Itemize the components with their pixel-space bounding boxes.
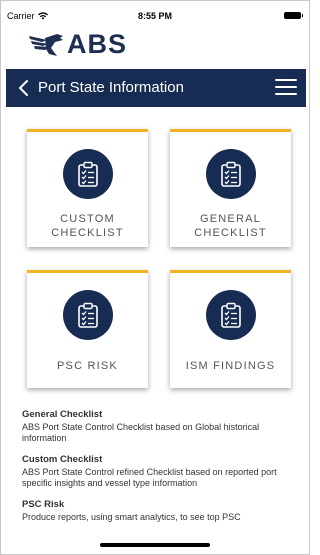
clipboard-checklist-icon <box>206 149 256 199</box>
description-item: Custom Checklist ABS Port State Control … <box>22 454 292 489</box>
status-time: 8:55 PM <box>137 11 172 21</box>
app-screen: Carrier 8:55 PM ABS Port State Informati… <box>0 0 310 555</box>
description-title: Custom Checklist <box>22 454 103 465</box>
ism-findings-tile[interactable]: ISM FINDINGS <box>170 270 291 388</box>
clipboard-checklist-icon <box>206 290 256 340</box>
description-title: PSC Risk <box>22 499 65 510</box>
clipboard-checklist-icon <box>63 149 113 199</box>
tile-label-line1: CUSTOM <box>60 213 115 225</box>
tile-label-line1: GENERAL <box>200 213 261 225</box>
chevron-left-icon[interactable] <box>16 79 32 97</box>
top-nav-bar: Port State Information <box>6 69 306 107</box>
home-indicator[interactable] <box>100 543 210 547</box>
status-bar: Carrier 8:55 PM <box>1 1 309 21</box>
description-item: PSC Risk Produce reports, using smart an… <box>22 499 292 523</box>
tile-label-line1: ISM FINDINGS <box>185 360 276 372</box>
abs-logo: ABS <box>27 29 127 60</box>
tile-label-line2: CHECKLIST <box>51 227 124 239</box>
description-text: Produce reports, using smart analytics, … <box>22 512 241 522</box>
logo-text: ABS <box>67 29 128 59</box>
description-text: ABS Port State Control refined Checklist… <box>22 467 277 488</box>
description-title: General Checklist <box>22 409 103 420</box>
tile-label-line1: PSC RISK <box>57 360 118 372</box>
hamburger-menu-icon[interactable] <box>275 79 297 97</box>
description-item: General Checklist ABS Port State Control… <box>22 409 292 444</box>
custom-checklist-tile[interactable]: CUSTOM CHECKLIST <box>27 129 148 247</box>
general-checklist-tile[interactable]: GENERAL CHECKLIST <box>170 129 291 247</box>
eagle-logo-icon <box>29 33 63 56</box>
description-text: ABS Port State Control Checklist based o… <box>22 422 260 443</box>
clipboard-checklist-icon <box>63 290 113 340</box>
psc-risk-tile[interactable]: PSC RISK <box>27 270 148 388</box>
page-title: Port State Information <box>38 79 184 96</box>
tile-label-line2: CHECKLIST <box>194 227 267 239</box>
descriptions-list: General Checklist ABS Port State Control… <box>22 409 292 533</box>
battery-icon <box>284 12 303 19</box>
